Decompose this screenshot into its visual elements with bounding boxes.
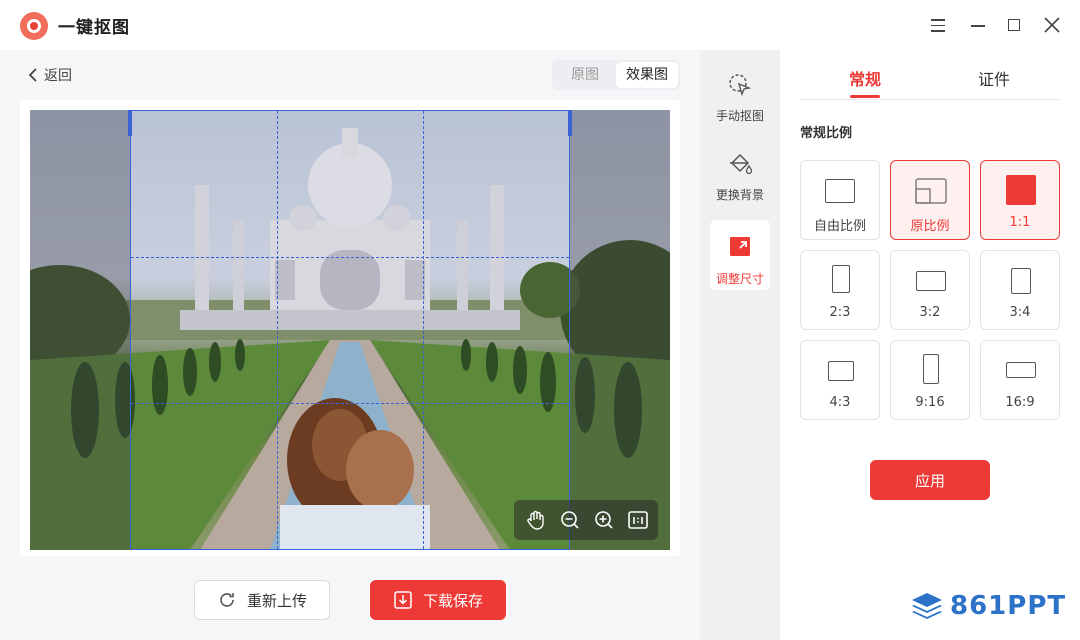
ratio-9-16[interactable]: 9:16 (890, 340, 970, 420)
section-title: 常规比例 (800, 126, 853, 141)
ratio-3-2-icon (916, 271, 946, 291)
ratio-1-1-icon (1006, 175, 1036, 205)
back-label: 返回 (44, 68, 72, 84)
refresh-icon (220, 593, 234, 607)
crop-handle-left[interactable] (128, 110, 132, 136)
ratio-16-9-icon (1006, 362, 1036, 378)
resize-icon (730, 237, 750, 256)
zoom-out-icon[interactable] (558, 508, 582, 532)
ratio-free-icon (825, 179, 855, 203)
zoom-in-icon[interactable] (592, 508, 616, 532)
minimize-icon[interactable] (966, 13, 990, 37)
toggle-result[interactable]: 效果图 (616, 62, 678, 88)
ratio-16-9[interactable]: 16:9 (980, 340, 1060, 420)
apply-button[interactable]: 应用 (870, 460, 990, 500)
crop-outside-left (30, 110, 130, 550)
ratio-4-3-icon (828, 361, 854, 381)
ratio-original-icon (915, 178, 947, 204)
toggle-original[interactable]: 原图 (554, 62, 616, 88)
download-label: 下载保存 (422, 591, 483, 610)
tool-manual-cutout[interactable]: 手动抠图 (710, 70, 770, 140)
ratio-3-4-icon (1011, 268, 1031, 294)
active-tab-indicator (850, 95, 880, 98)
hand-icon[interactable] (524, 508, 548, 532)
title-bar: 一键抠图 (0, 0, 1080, 50)
app-title: 一键抠图 (58, 18, 130, 38)
tool-label: 调整尺寸 (715, 272, 764, 286)
back-link[interactable]: 返回 (28, 64, 72, 86)
manual-cutout-icon (729, 74, 752, 97)
ratio-2-3[interactable]: 2:3 (800, 250, 880, 330)
ratio-3-4[interactable]: 3:4 (980, 250, 1060, 330)
maximize-icon[interactable] (1002, 13, 1026, 37)
ratio-label: 1:1 (1009, 215, 1031, 230)
tool-sidebar: 手动抠图 更换背景 调整尺寸 (700, 50, 780, 640)
app-logo (20, 12, 48, 40)
ratio-4-3[interactable]: 4:3 (800, 340, 880, 420)
ratio-label: 9:16 (915, 395, 945, 410)
download-save-button[interactable]: 下载保存 (370, 580, 506, 620)
crop-handle-right[interactable] (568, 110, 572, 136)
ratio-3-2[interactable]: 3:2 (890, 250, 970, 330)
actual-size-icon[interactable] (626, 508, 650, 532)
ratio-label: 16:9 (1005, 395, 1035, 410)
zoom-toolbar (514, 500, 658, 540)
download-icon (394, 591, 412, 609)
tab-regular[interactable]: 常规 (849, 66, 881, 90)
tab-id-photo[interactable]: 证件 (978, 66, 1010, 90)
tool-resize[interactable]: 调整尺寸 (710, 220, 770, 290)
reupload-button[interactable]: 重新上传 (194, 580, 330, 620)
tool-label: 更换背景 (715, 188, 764, 202)
tool-label: 手动抠图 (715, 109, 764, 123)
ratio-label: 4:3 (829, 395, 851, 410)
ratio-2-3-icon (832, 265, 850, 293)
settings-panel: 常规 证件 常规比例 自由比例 原比例 1:1 2:3 3:2 3:4 4:3 … (780, 50, 1080, 640)
ratio-label: 2:3 (829, 305, 851, 320)
ratio-label: 自由比例 (813, 219, 866, 234)
close-icon[interactable] (1040, 13, 1064, 37)
view-toggle: 原图 效果图 (552, 60, 680, 90)
crop-outside-right (570, 110, 670, 550)
ratio-label: 原比例 (910, 219, 950, 234)
layers-logo-icon (912, 593, 942, 619)
menu-icon[interactable] (926, 13, 950, 37)
watermark-text: 861PPT (950, 591, 1067, 621)
ratio-1-1[interactable]: 1:1 (980, 160, 1060, 240)
reupload-label: 重新上传 (246, 591, 307, 610)
crop-frame[interactable] (130, 110, 570, 550)
paint-bucket-icon (730, 153, 753, 175)
chevron-left-icon (28, 68, 37, 82)
ratio-label: 3:2 (919, 305, 941, 320)
watermark: 861PPT (910, 588, 1066, 624)
ratio-9-16-icon (923, 354, 939, 384)
ratio-free[interactable]: 自由比例 (800, 160, 880, 240)
tab-divider (800, 99, 1060, 100)
tool-change-background[interactable]: 更换背景 (710, 145, 770, 215)
ratio-original[interactable]: 原比例 (890, 160, 970, 240)
ratio-label: 3:4 (1009, 305, 1031, 320)
